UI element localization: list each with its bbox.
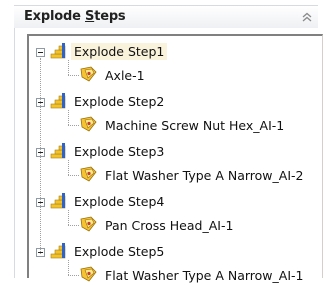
tree-connector — [68, 60, 70, 75]
explode-step-icon — [50, 143, 66, 159]
tree-connector — [68, 260, 70, 275]
panel-header[interactable]: Explode Steps — [14, 5, 318, 28]
explode-step-icon — [50, 43, 66, 59]
tree-connector — [68, 160, 70, 175]
part-icon — [80, 266, 97, 282]
part-icon — [80, 116, 97, 132]
explode-step-icon — [50, 93, 66, 109]
step-label[interactable]: Explode Step4 — [71, 193, 167, 210]
tree-connector — [68, 125, 79, 127]
explode-step-icon — [50, 243, 66, 259]
part-label[interactable]: Flat Washer Type A Narrow_AI-2 — [102, 167, 306, 184]
tree-row-step[interactable]: Explode Step3 — [29, 140, 319, 164]
step-label[interactable]: Explode Step2 — [71, 93, 167, 110]
step-label[interactable]: Explode Step5 — [71, 243, 167, 260]
chevron-up-icon[interactable] — [298, 8, 316, 26]
explode-steps-panel: Explode Steps Explode Step1 Axle-1 Explo… — [0, 0, 325, 283]
part-label[interactable]: Flat Washer Type A Narrow_AI-1 — [102, 267, 306, 284]
tree-row-step[interactable]: Explode Step5 — [29, 240, 319, 264]
tree-connector — [68, 75, 79, 77]
tree-connector — [40, 58, 42, 254]
tree-connector — [68, 175, 79, 177]
tree-connector — [68, 225, 79, 227]
step-label[interactable]: Explode Step3 — [71, 143, 167, 160]
explode-step-icon — [50, 193, 66, 209]
tree-row-step[interactable]: Explode Step4 — [29, 190, 319, 214]
tree-connector — [68, 110, 70, 125]
tree-row-step[interactable]: Explode Step1 — [29, 40, 319, 64]
part-icon — [80, 166, 97, 182]
collapse-toggle-icon[interactable] — [36, 48, 45, 57]
steps-tree[interactable]: Explode Step1 Axle-1 Explode Step2 Machi… — [27, 34, 323, 283]
part-label[interactable]: Machine Screw Nut Hex_AI-1 — [102, 117, 287, 134]
step-label[interactable]: Explode Step1 — [71, 43, 168, 60]
tree-connector — [68, 275, 79, 277]
tree-row-step[interactable]: Explode Step2 — [29, 90, 319, 114]
panel-title-text: Explode Steps — [24, 9, 126, 24]
part-icon — [80, 66, 97, 82]
part-label[interactable]: Pan Cross Head_AI-1 — [102, 217, 236, 234]
part-label[interactable]: Axle-1 — [102, 67, 148, 84]
part-icon — [80, 216, 97, 232]
tree-connector — [68, 210, 70, 225]
panel-body: Explode Step1 Axle-1 Explode Step2 Machi… — [14, 28, 323, 283]
panel-title: Explode Steps — [24, 9, 126, 24]
